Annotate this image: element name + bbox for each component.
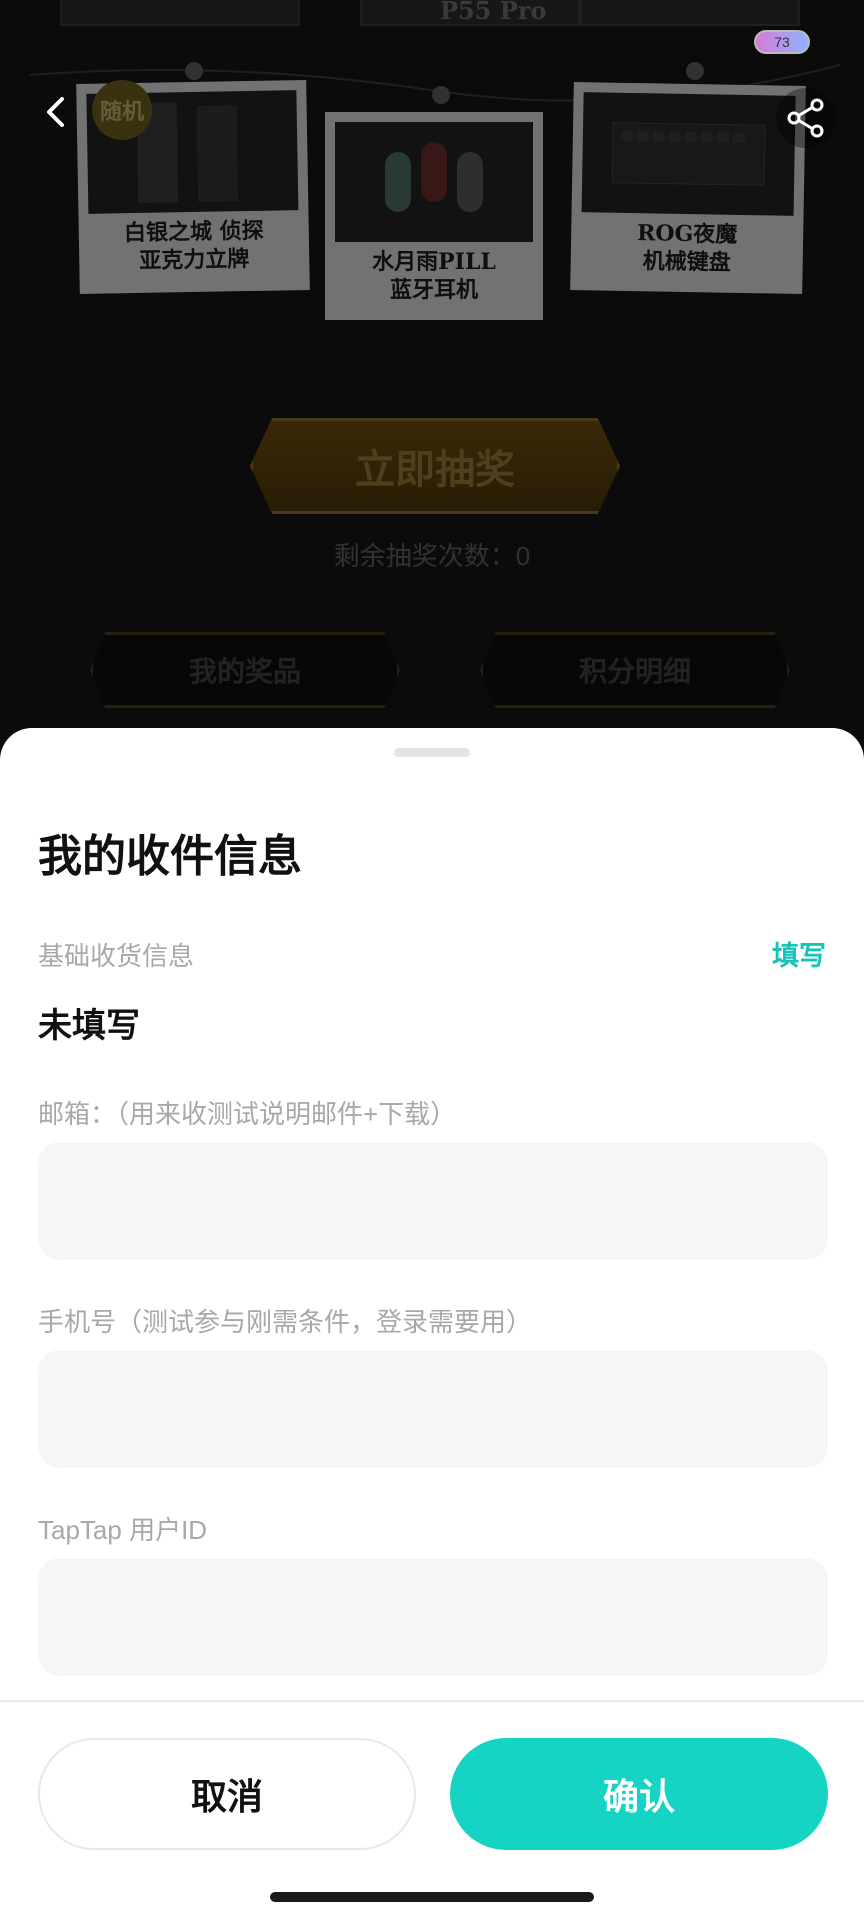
battery-indicator: 73 bbox=[754, 30, 810, 54]
basic-shipping-info-label: 基础收货信息 bbox=[38, 941, 195, 971]
home-indicator[interactable] bbox=[270, 1892, 594, 1902]
address-status: 未填写 bbox=[38, 1007, 140, 1045]
share-icon bbox=[787, 98, 824, 138]
background-activity-page: P55 Pro 白银之城 侦探 亚克力立牌 随机 水月雨PILL 蓝牙耳机 RO… bbox=[0, 0, 864, 740]
taptap-id-label: TapTap 用户ID bbox=[38, 1515, 208, 1545]
footer-divider bbox=[0, 1700, 864, 1702]
shipping-info-sheet: 我的收件信息 基础收货信息 填写 未填写 邮箱：（用来收测试说明邮件+下载） 手… bbox=[0, 728, 864, 1920]
phone-field[interactable] bbox=[38, 1350, 828, 1468]
modal-overlay[interactable] bbox=[0, 0, 864, 740]
share-button[interactable] bbox=[776, 88, 836, 148]
fill-in-link[interactable]: 填写 bbox=[772, 934, 826, 973]
sheet-grabber[interactable] bbox=[394, 748, 470, 757]
back-button[interactable] bbox=[30, 86, 82, 138]
phone-label: 手机号（测试参与刚需条件，登录需要用） bbox=[38, 1307, 533, 1337]
sheet-title: 我的收件信息 bbox=[38, 832, 302, 881]
cancel-button[interactable]: 取消 bbox=[38, 1738, 416, 1850]
email-label: 邮箱：（用来收测试说明邮件+下载） bbox=[38, 1099, 457, 1129]
confirm-button[interactable]: 确认 bbox=[450, 1738, 828, 1850]
taptap-id-field[interactable] bbox=[38, 1558, 828, 1676]
chevron-left-icon bbox=[47, 97, 64, 127]
email-field[interactable] bbox=[38, 1142, 828, 1260]
